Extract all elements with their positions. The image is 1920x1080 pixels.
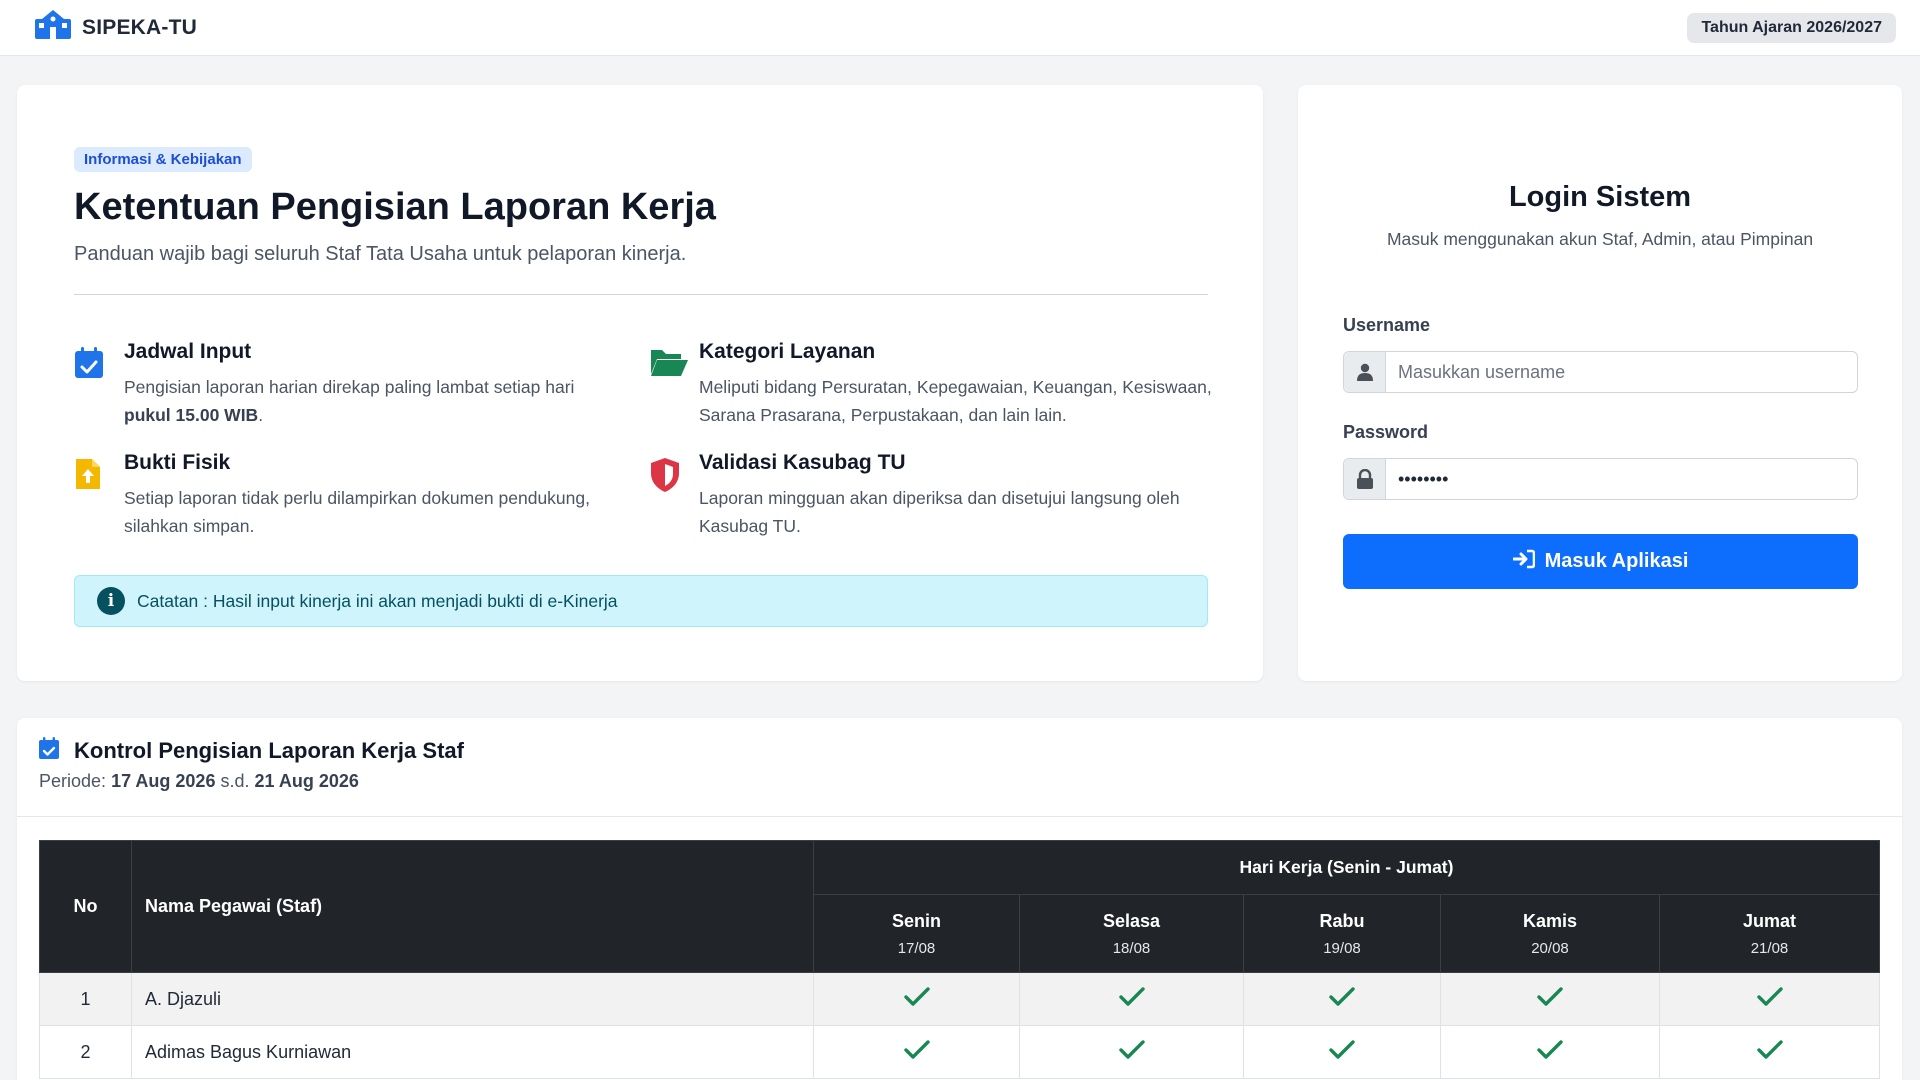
col-header-jumat: Jumat 21/08 <box>1659 894 1880 973</box>
login-card: Login Sistem Masuk menggunakan akun Staf… <box>1298 85 1902 681</box>
feature-title: Bukti Fisik <box>124 451 231 474</box>
info-note-alert: i Catatan : Hasil input kinerja ini akan… <box>74 575 1208 627</box>
status-cell <box>1019 1025 1244 1079</box>
row-number: 1 <box>39 972 132 1026</box>
col-header-kamis: Kamis 20/08 <box>1440 894 1660 973</box>
period-end: 21 Aug 2026 <box>254 771 359 791</box>
feature-validasi-kasubag: Validasi Kasubag TU Laporan mingguan aka… <box>649 451 1229 540</box>
col-header-workdays: Hari Kerja (Senin - Jumat) <box>813 840 1880 895</box>
report-control-card: Kontrol Pengisian Laporan Kerja Staf Per… <box>17 718 1902 1080</box>
shield-icon <box>649 457 683 492</box>
col-header-no: No <box>39 840 132 973</box>
info-category-pill: Informasi & Kebijakan <box>74 147 252 172</box>
brand-name: SIPEKA-TU <box>82 15 197 39</box>
password-label: Password <box>1343 422 1429 442</box>
calendar-check-icon <box>38 736 60 765</box>
calendar-check-icon <box>74 346 108 380</box>
username-label: Username <box>1343 315 1431 335</box>
table-row: 1 A. Djazuli <box>39 972 1880 1026</box>
info-icon: i <box>97 587 125 615</box>
col-header-rabu: Rabu 19/08 <box>1243 894 1441 973</box>
check-icon <box>1537 1039 1563 1065</box>
status-cell <box>1440 1025 1660 1079</box>
check-icon <box>1329 1039 1355 1065</box>
page-subtitle: Panduan wajib bagi seluruh Staf Tata Usa… <box>74 243 687 265</box>
feature-text: Laporan mingguan akan diperiksa dan dise… <box>699 488 1180 536</box>
staff-name: A. Djazuli <box>131 972 814 1026</box>
report-title: Kontrol Pengisian Laporan Kerja Staf <box>74 737 464 763</box>
folder-open-icon <box>649 346 688 380</box>
lock-icon <box>1344 459 1386 499</box>
row-number: 2 <box>39 1025 132 1079</box>
check-icon <box>1537 986 1563 1012</box>
status-cell <box>1019 972 1244 1026</box>
username-input[interactable] <box>1386 352 1857 392</box>
check-icon <box>1329 986 1355 1012</box>
login-subtitle: Masuk menggunakan akun Staf, Admin, atau… <box>1386 229 1814 249</box>
feature-text: Pengisian laporan harian direkap paling … <box>124 377 575 425</box>
login-submit-button[interactable]: Masuk Aplikasi <box>1343 534 1858 589</box>
feature-text: Meliputi bidang Persuratan, Kepegawaian,… <box>699 377 1212 425</box>
check-icon <box>903 986 930 1012</box>
report-period: Periode: 17 Aug 2026 s.d. 21 Aug 2026 <box>39 771 359 791</box>
check-icon <box>1118 1039 1145 1065</box>
username-input-group <box>1343 351 1858 393</box>
sign-in-icon <box>1512 549 1535 575</box>
check-icon <box>1756 986 1783 1012</box>
status-cell <box>1440 972 1660 1026</box>
check-icon <box>903 1039 930 1065</box>
status-cell <box>1659 1025 1880 1079</box>
feature-title: Kategori Layanan <box>699 340 876 363</box>
status-cell <box>1243 972 1441 1026</box>
feature-bukti-fisik: Bukti Fisik Setiap laporan tidak perlu d… <box>74 451 614 540</box>
status-cell <box>813 1025 1020 1079</box>
feature-title: Validasi Kasubag TU <box>699 451 906 474</box>
feature-title: Jadwal Input <box>124 340 252 363</box>
note-text: Catatan : Hasil input kinerja ini akan m… <box>137 590 618 611</box>
check-icon <box>1756 1039 1783 1065</box>
user-icon <box>1344 352 1386 392</box>
file-upload-icon <box>74 457 108 491</box>
staff-report-table: No Nama Pegawai (Staf) Hari Kerja (Senin… <box>39 840 1880 1079</box>
feature-kategori-layanan: Kategori Layanan Meliputi bidang Persura… <box>649 340 1229 429</box>
brand[interactable]: SIPEKA-TU <box>34 10 197 45</box>
table-row: 2 Adimas Bagus Kurniawan <box>39 1025 1880 1079</box>
policy-info-card: Informasi & Kebijakan Ketentuan Pengisia… <box>17 85 1263 681</box>
section-divider <box>74 294 1208 295</box>
staff-name: Adimas Bagus Kurniawan <box>131 1025 814 1079</box>
top-navbar: SIPEKA-TU Tahun Ajaran 2026/2027 <box>0 0 1920 56</box>
period-start: 17 Aug 2026 <box>111 771 216 791</box>
feature-jadwal-input: Jadwal Input Pengisian laporan harian di… <box>74 340 614 429</box>
col-header-senin: Senin 17/08 <box>813 894 1020 973</box>
status-cell <box>1659 972 1880 1026</box>
status-cell <box>813 972 1020 1026</box>
password-input-group <box>1343 458 1858 500</box>
school-building-icon <box>34 10 72 45</box>
col-header-selasa: Selasa 18/08 <box>1019 894 1244 973</box>
feature-text: Setiap laporan tidak perlu dilampirkan d… <box>124 488 590 536</box>
page-title: Ketentuan Pengisian Laporan Kerja <box>74 186 716 228</box>
check-icon <box>1118 986 1145 1012</box>
col-header-name: Nama Pegawai (Staf) <box>131 840 814 973</box>
password-input[interactable] <box>1386 459 1857 499</box>
status-cell <box>1243 1025 1441 1079</box>
section-divider <box>17 816 1902 817</box>
login-submit-label: Masuk Aplikasi <box>1544 550 1689 572</box>
deadline-time: pukul 15.00 WIB <box>124 405 259 425</box>
login-title: Login Sistem <box>1508 181 1692 213</box>
academic-year-badge: Tahun Ajaran 2026/2027 <box>1687 12 1896 43</box>
